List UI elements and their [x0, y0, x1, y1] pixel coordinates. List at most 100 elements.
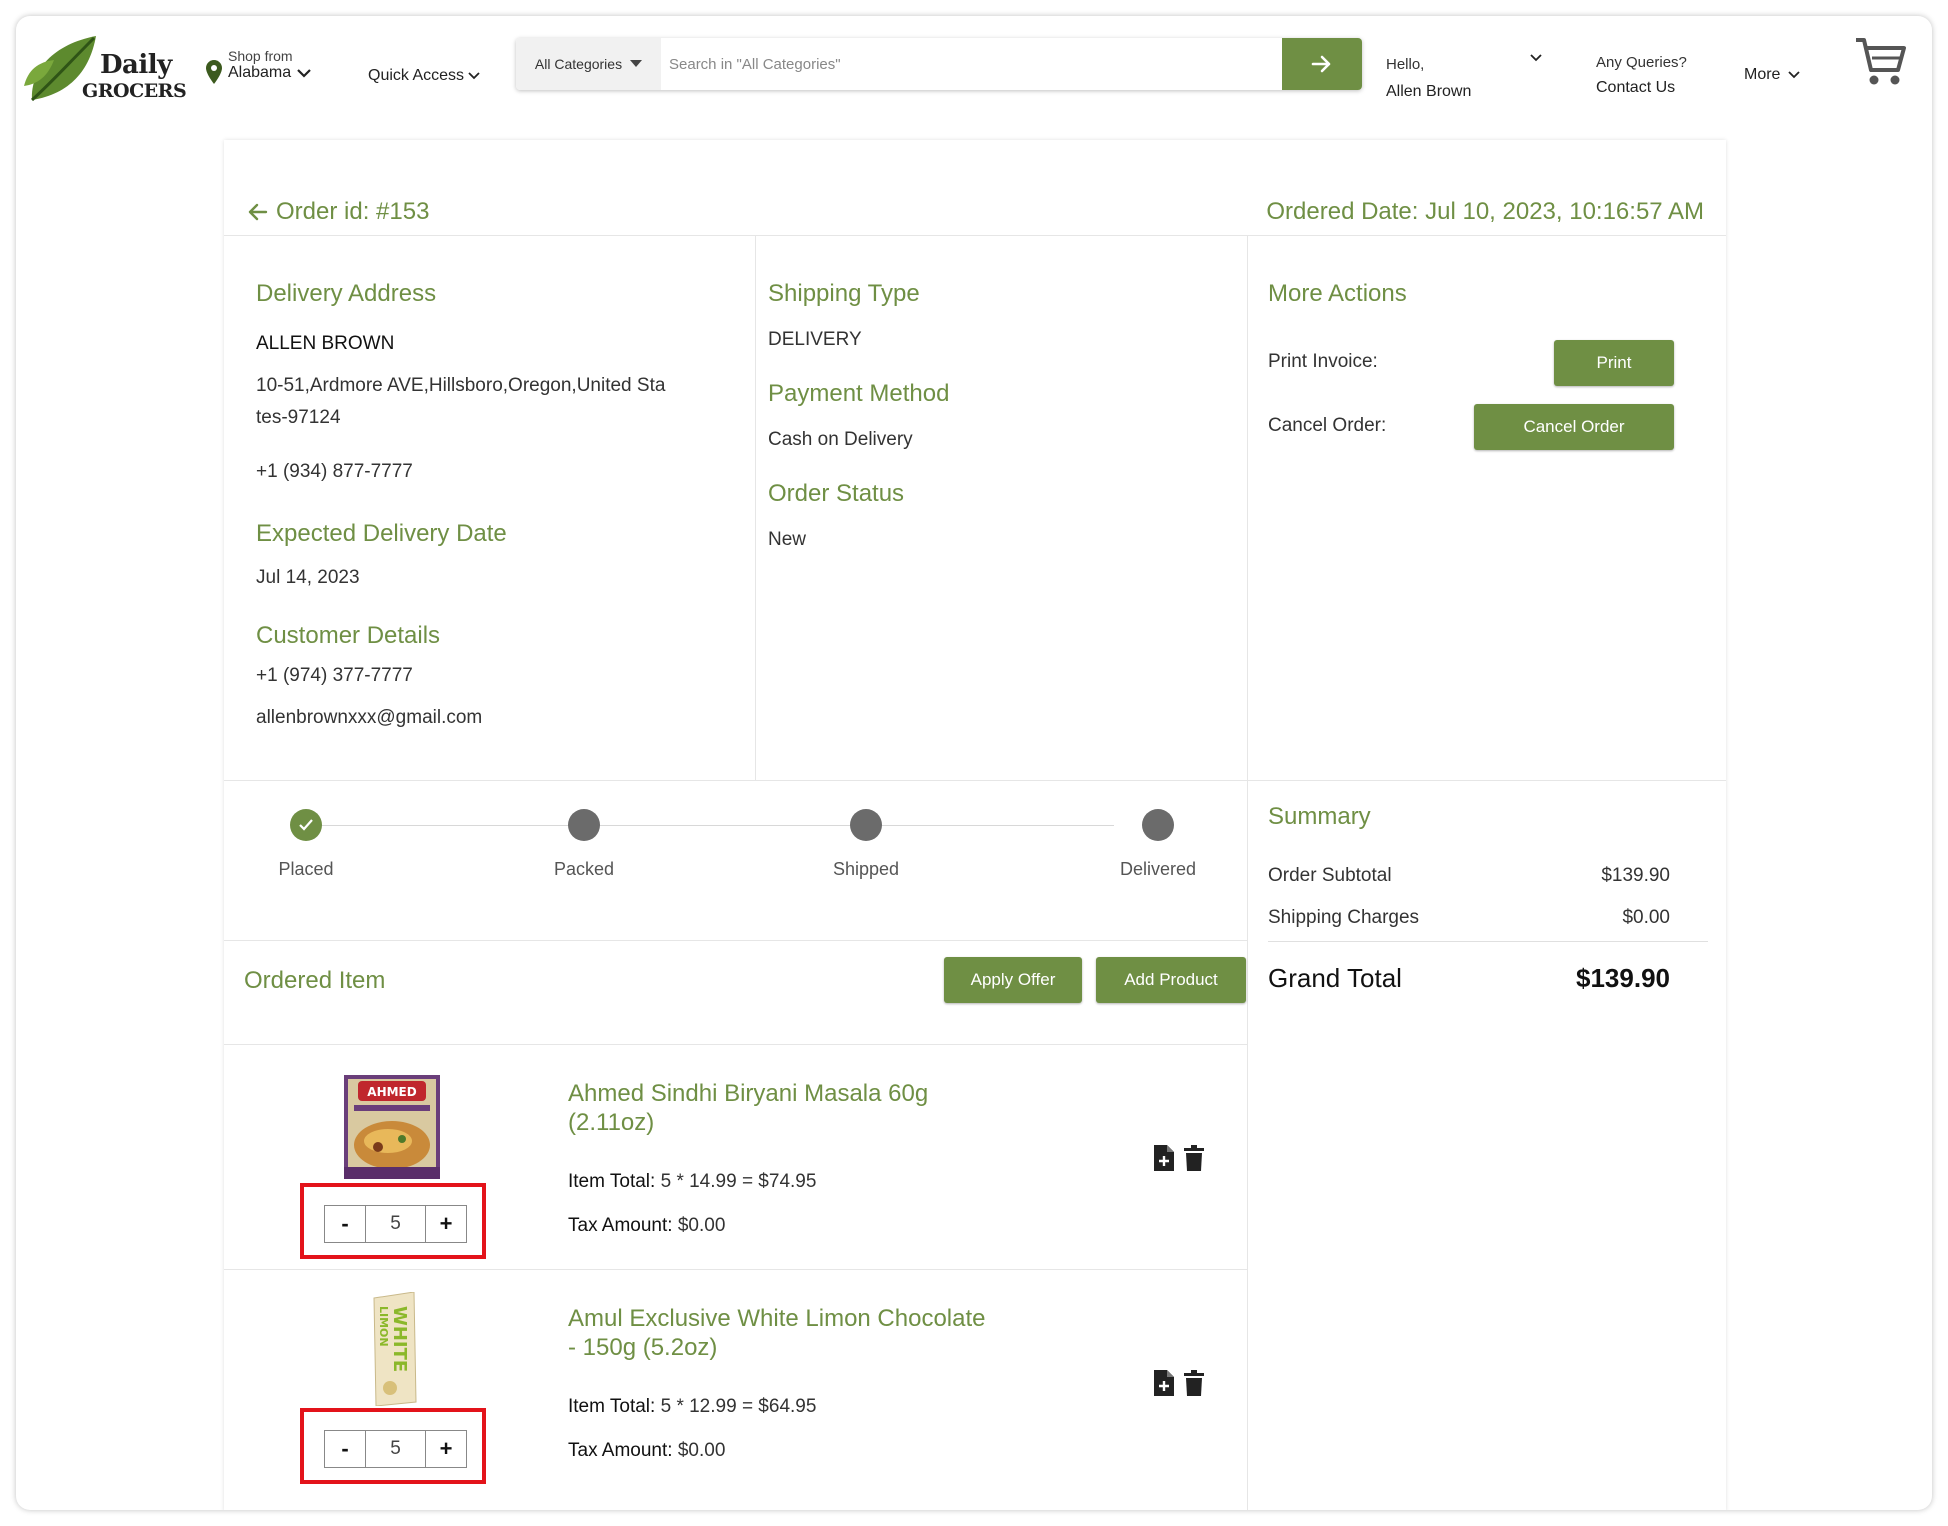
search-category-dropdown[interactable]: All Categories — [516, 38, 661, 90]
grand-total-label: Grand Total — [1268, 963, 1402, 993]
tax-amount-value: $0.00 — [677, 1440, 726, 1461]
order-progress-tracker: Placed Packed Shipped Delivered — [224, 781, 1248, 941]
quick-access-menu[interactable]: Quick Access — [368, 67, 480, 85]
contact-us-link[interactable]: Any Queries? Contact Us — [1596, 54, 1687, 97]
checkmark-icon — [299, 819, 313, 831]
product-name-link[interactable]: Ahmed Sindhi Biryani Masala 60g (2.11oz) — [568, 1079, 988, 1137]
trash-icon[interactable] — [1184, 1145, 1204, 1171]
step-shipped-dot — [850, 809, 882, 841]
order-details-card: Order id: #153 Ordered Date: Jul 10, 202… — [224, 140, 1726, 1510]
product-image: AHMED — [344, 1075, 440, 1179]
product-label-white: WHITE — [389, 1306, 410, 1372]
arrow-right-icon — [1311, 55, 1331, 73]
order-subtotal-row: Order Subtotal $139.90 — [1268, 865, 1670, 887]
search-bar: All Categories — [516, 38, 1362, 90]
add-file-icon[interactable] — [1154, 1370, 1174, 1396]
ordered-item-row: AHMED - 5 + Ahmed Sindhi Biryani Masala … — [224, 1045, 1248, 1269]
item-total-label: Item Total: — [568, 1171, 656, 1192]
step-shipped-label: Shipped — [832, 859, 900, 879]
order-status-heading: Order Status — [768, 480, 905, 507]
tax-amount-label: Tax Amount: — [568, 1215, 673, 1236]
ordered-item-heading: Ordered Item — [244, 967, 386, 994]
product-image: WHITE LIMON — [344, 1291, 440, 1407]
caret-down-icon — [630, 60, 643, 67]
biryani-masala-package-icon: AHMED — [344, 1075, 440, 1179]
ordered-item-header: Ordered Item Apply Offer Add Product — [224, 941, 1248, 1045]
app-window: Daily GROCERS Shop from Alabama Quick Ac… — [16, 16, 1932, 1510]
quantity-stepper: - 5 + — [324, 1205, 467, 1243]
product-name-link[interactable]: Amul Exclusive White Limon Chocolate - 1… — [568, 1304, 988, 1362]
shop-from-selector[interactable]: Shop from Alabama — [206, 48, 311, 84]
shipping-charges-value: $0.00 — [1622, 907, 1670, 928]
queries-label: Any Queries? — [1596, 54, 1687, 71]
shop-from-value: Alabama — [228, 64, 292, 81]
delivery-details-column: Delivery Address ALLEN BROWN 10-51,Ardmo… — [224, 236, 756, 780]
expected-delivery-date: Jul 14, 2023 — [256, 567, 360, 588]
quantity-stepper: - 5 + — [324, 1430, 467, 1468]
apply-offer-button[interactable]: Apply Offer — [944, 957, 1082, 1003]
step-packed-dot — [568, 809, 600, 841]
chevron-down-icon[interactable] — [1530, 54, 1542, 62]
product-label-limon: LIMON — [377, 1306, 390, 1347]
tax-amount: Tax Amount: $0.00 — [568, 1440, 725, 1462]
tax-amount-value: $0.00 — [677, 1215, 726, 1236]
shopping-cart-icon[interactable] — [1854, 36, 1908, 88]
shop-from-label: Shop from — [228, 48, 293, 64]
contact-us-label: Contact Us — [1596, 79, 1676, 96]
more-actions-heading: More Actions — [1268, 280, 1407, 307]
item-total-label: Item Total: — [568, 1396, 656, 1417]
trash-icon[interactable] — [1184, 1370, 1204, 1396]
summary-heading: Summary — [1268, 803, 1371, 830]
step-delivered-dot — [1142, 809, 1174, 841]
order-header: Order id: #153 Ordered Date: Jul 10, 202… — [224, 140, 1726, 236]
customer-phone: +1 (974) 377-7777 — [256, 665, 413, 686]
quantity-decrease-button[interactable]: - — [325, 1431, 365, 1467]
customer-details-heading: Customer Details — [256, 622, 441, 649]
arrow-left-icon — [248, 203, 268, 221]
chevron-down-icon — [297, 69, 311, 78]
add-product-button[interactable]: Add Product — [1096, 957, 1246, 1003]
order-status-value: New — [768, 529, 807, 550]
ordered-date: Ordered Date: Jul 10, 2023, 10:16:57 AM — [1266, 198, 1704, 225]
shipping-type-heading: Shipping Type — [768, 280, 920, 307]
item-total: Item Total: 5 * 14.99 = $74.95 — [568, 1171, 816, 1193]
more-menu[interactable]: More — [1744, 66, 1801, 84]
ordered-item-row: WHITE LIMON - 5 + Amul Exclusive White L… — [224, 1269, 1248, 1493]
quantity-highlight-box: - 5 + — [300, 1408, 486, 1484]
order-summary-panel: Summary Order Subtotal $139.90 Shipping … — [1248, 781, 1726, 1510]
quick-access-label: Quick Access — [368, 67, 465, 84]
quantity-value[interactable]: 5 — [365, 1206, 426, 1242]
print-button[interactable]: Print — [1554, 340, 1674, 386]
summary-divider — [1268, 941, 1708, 942]
search-input[interactable] — [661, 38, 1282, 90]
order-subtotal-value: $139.90 — [1601, 865, 1670, 886]
expected-delivery-heading: Expected Delivery Date — [256, 520, 507, 547]
greeting-label: Hello, — [1386, 56, 1425, 73]
order-items-panel: Placed Packed Shipped Delivered Ordered … — [224, 781, 1248, 1510]
location-pin-icon — [206, 60, 222, 84]
delivery-address-heading: Delivery Address — [256, 280, 437, 307]
quantity-value[interactable]: 5 — [365, 1431, 426, 1467]
cancel-order-button[interactable]: Cancel Order — [1474, 404, 1674, 450]
item-actions — [1154, 1145, 1204, 1171]
delivery-address-line2: tes-97124 — [256, 407, 341, 428]
search-submit-button[interactable] — [1282, 38, 1362, 90]
add-file-icon[interactable] — [1154, 1145, 1174, 1171]
white-chocolate-package-icon: WHITE LIMON — [373, 1291, 417, 1407]
grand-total-row: Grand Total $139.90 — [1268, 963, 1670, 994]
step-placed-dot — [290, 809, 322, 841]
back-to-orders-link[interactable]: Order id: #153 — [246, 198, 429, 226]
item-actions — [1154, 1370, 1204, 1396]
step-placed-label: Placed — [278, 859, 334, 879]
product-brand-text: AHMED — [367, 1085, 416, 1099]
shipping-charges-label: Shipping Charges — [1268, 907, 1420, 928]
shipping-charges-row: Shipping Charges $0.00 — [1268, 907, 1670, 929]
print-invoice-label: Print Invoice: — [1268, 351, 1378, 372]
brand-logo[interactable]: Daily GROCERS — [24, 30, 194, 102]
quantity-decrease-button[interactable]: - — [325, 1206, 365, 1242]
tax-amount-label: Tax Amount: — [568, 1440, 673, 1461]
account-menu[interactable]: Hello, Allen Brown — [1386, 56, 1471, 101]
quantity-increase-button[interactable]: + — [426, 1206, 466, 1242]
quantity-increase-button[interactable]: + — [426, 1431, 466, 1467]
shipping-type-value: DELIVERY — [768, 329, 862, 350]
